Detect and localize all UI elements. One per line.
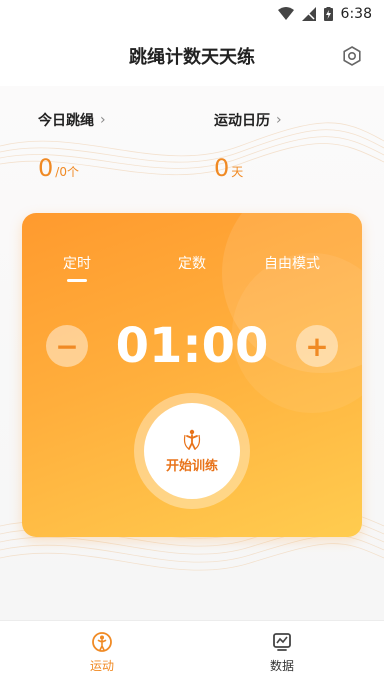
today-jump-count: 0 — [38, 154, 54, 182]
plus-icon: + — [305, 329, 329, 363]
start-training-label: 开始训练 — [165, 458, 218, 474]
status-time: 6:38 — [340, 6, 372, 22]
app-bar: 跳绳计数天天练 — [0, 28, 384, 84]
start-button-halo: 开始训练 — [134, 393, 250, 509]
status-bar: 6:38 — [0, 0, 384, 28]
start-training-button[interactable]: 开始训练 — [144, 403, 240, 499]
data-chart-icon — [273, 633, 291, 651]
app-title: 跳绳计数天天练 — [129, 47, 255, 68]
today-jump-label: 今日跳绳 — [38, 113, 94, 129]
calendar-days-unit: 天 — [231, 165, 244, 179]
training-card: 定时 定数 自由模式 − 01:00 + 开始训练 — [22, 213, 362, 537]
gear-icon — [343, 46, 361, 66]
nav-item-exercise[interactable]: 运动 — [62, 631, 142, 674]
jump-rope-icon — [183, 429, 201, 450]
exercise-calendar-stat[interactable]: 运动日历 › 0天 — [214, 110, 282, 182]
mode-tabs: 定时 定数 自由模式 — [22, 253, 362, 283]
today-jump-unit: /0个 — [55, 165, 79, 179]
exercise-icon — [92, 632, 112, 652]
settings-button[interactable] — [340, 44, 364, 68]
nav-label-exercise: 运动 — [89, 659, 114, 673]
increase-button[interactable]: + — [296, 325, 338, 367]
exercise-calendar-label: 运动日历 — [214, 113, 270, 129]
tab-count[interactable]: 定数 — [167, 253, 217, 273]
chevron-right-icon: › — [276, 112, 282, 128]
today-jump-stat[interactable]: 今日跳绳 › 0/0个 — [38, 110, 106, 182]
timer-row: − 01:00 + — [22, 318, 362, 378]
bottom-nav: 运动 数据 — [0, 620, 384, 683]
tab-free-mode[interactable]: 自由模式 — [252, 253, 332, 273]
nav-item-data[interactable]: 数据 — [242, 631, 322, 674]
chevron-right-icon: › — [100, 112, 106, 128]
nav-label-data: 数据 — [269, 659, 294, 673]
stats-section: 今日跳绳 › 0/0个 运动日历 › 0天 — [0, 110, 384, 200]
battery-icon — [323, 7, 333, 21]
tab-timed[interactable]: 定时 — [52, 253, 102, 282]
calendar-days-count: 0 — [214, 154, 230, 182]
signal-icon — [301, 7, 316, 21]
wifi-icon — [277, 7, 294, 21]
